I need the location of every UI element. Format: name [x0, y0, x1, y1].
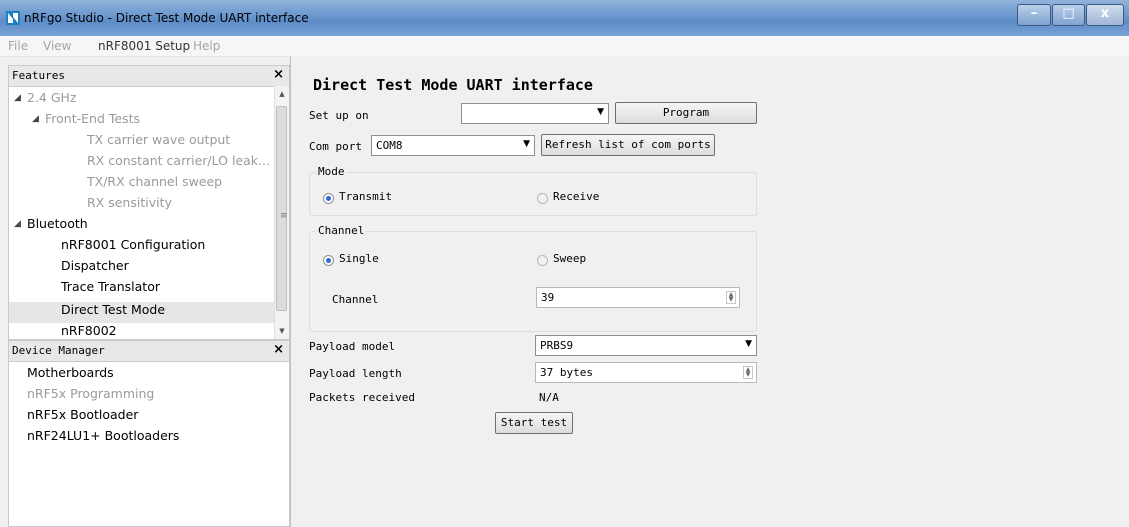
maximize-button[interactable]: □	[1052, 4, 1085, 26]
features-scrollbar[interactable]: ▲ ≡ ▼	[274, 86, 289, 339]
tree-item-2-4ghz[interactable]: 2.4 GHz	[27, 90, 77, 105]
payload-length-label: Payload length	[309, 367, 402, 380]
tree-item-channel-sweep[interactable]: TX/RX channel sweep	[87, 174, 222, 189]
nrfgo-app-icon	[6, 11, 20, 25]
com-port-dropdown[interactable]: COM8 ▼	[371, 135, 535, 156]
main-content: Direct Test Mode UART interface Set up o…	[290, 56, 1129, 527]
channel-stepper[interactable]: 39 ▲ ▼	[536, 287, 740, 308]
tree-item-front-end-tests[interactable]: Front-End Tests	[45, 111, 140, 126]
sweep-label[interactable]: Sweep	[553, 252, 586, 265]
device-manager-panel: Device Manager × Motherboards nRF5x Prog…	[8, 340, 290, 527]
chevron-down-icon: ▼	[745, 339, 752, 349]
grip-icon: ≡	[280, 211, 288, 221]
tree-item-nrf8001-configuration[interactable]: nRF8001 Configuration	[61, 237, 205, 252]
tree-item-direct-test-mode[interactable]: Direct Test Mode	[61, 302, 165, 317]
payload-model-label: Payload model	[309, 340, 396, 353]
tree-item-motherboards[interactable]: Motherboards	[27, 365, 114, 380]
payload-model-value: PRBS9	[540, 339, 574, 352]
expand-arrow-icon[interactable]: ◢	[14, 219, 21, 229]
packets-received-label: Packets received	[309, 391, 415, 404]
features-panel: Features × ◢ 2.4 GHz ◢ Front-End Tests T…	[8, 65, 290, 340]
setup-dropdown[interactable]: ▼	[461, 103, 609, 124]
single-radio[interactable]	[323, 255, 334, 266]
close-icon[interactable]: ×	[273, 67, 284, 82]
menu-file[interactable]: File	[8, 39, 28, 53]
minimize-icon: –	[1030, 6, 1038, 21]
menu-nrf8001-setup[interactable]: nRF8001 Setup	[98, 39, 190, 53]
single-label[interactable]: Single	[339, 252, 379, 265]
com-port-label: Com port	[309, 140, 362, 153]
chevron-down-icon: ▼	[597, 107, 604, 117]
receive-radio[interactable]	[537, 193, 548, 204]
expand-arrow-icon[interactable]: ◢	[32, 114, 39, 124]
tree-item-nrf5x-bootloader[interactable]: nRF5x Bootloader	[27, 407, 138, 422]
payload-model-dropdown[interactable]: PRBS9 ▼	[535, 335, 757, 356]
tree-item-tx-carrier[interactable]: TX carrier wave output	[87, 132, 230, 147]
menu-bar: File View nRF8001 Setup Help	[0, 36, 1129, 57]
menu-help[interactable]: Help	[193, 39, 220, 53]
minimize-button[interactable]: –	[1017, 4, 1051, 26]
features-panel-title: Features	[12, 69, 65, 82]
tree-item-nrf8002[interactable]: nRF8002	[61, 323, 117, 338]
page-title: Direct Test Mode UART interface	[313, 76, 593, 94]
device-manager-panel-header: Device Manager ×	[9, 341, 289, 362]
channel-group: Channel Single Sweep Channel 39 ▲ ▼	[309, 224, 757, 332]
close-window-button[interactable]: x	[1086, 4, 1124, 26]
tree-item-rx-sensitivity[interactable]: RX sensitivity	[87, 195, 172, 210]
tree-item-bluetooth[interactable]: Bluetooth	[27, 216, 88, 231]
start-test-button[interactable]: Start test	[495, 412, 573, 434]
chevron-down-icon: ▼	[523, 139, 530, 149]
channel-value: 39	[541, 291, 555, 304]
title-bar: nRFgo Studio - Direct Test Mode UART int…	[0, 0, 1129, 36]
transmit-label[interactable]: Transmit	[339, 190, 392, 203]
device-manager-panel-title: Device Manager	[12, 344, 105, 357]
channel-group-title: Channel	[316, 224, 367, 237]
tree-item-nrf24lu1-bootloaders[interactable]: nRF24LU1+ Bootloaders	[27, 428, 179, 443]
features-panel-header: Features ×	[9, 66, 289, 87]
setup-label: Set up on	[309, 109, 369, 122]
com-port-value: COM8	[376, 139, 403, 152]
tree-item-nrf5x-programming[interactable]: nRF5x Programming	[27, 386, 154, 401]
transmit-radio[interactable]	[323, 193, 334, 204]
payload-length-value: 37 bytes	[540, 366, 593, 379]
mode-group: Mode Transmit Receive	[309, 165, 757, 216]
scroll-down-icon[interactable]: ▼	[275, 327, 289, 335]
scroll-up-icon[interactable]: ▲	[275, 90, 289, 98]
payload-length-stepper[interactable]: 37 bytes ▲ ▼	[535, 362, 757, 383]
close-icon: x	[1100, 6, 1110, 21]
menu-view[interactable]: View	[43, 39, 71, 53]
refresh-com-ports-button[interactable]: Refresh list of com ports	[541, 134, 715, 156]
window-title: nRFgo Studio - Direct Test Mode UART int…	[24, 11, 309, 25]
spin-arrows-icon[interactable]: ▲ ▼	[743, 366, 753, 379]
tree-item-dispatcher[interactable]: Dispatcher	[61, 258, 129, 273]
close-icon[interactable]: ×	[273, 342, 284, 357]
packets-received-value: N/A	[539, 391, 559, 404]
channel-label: Channel	[332, 293, 379, 306]
receive-label[interactable]: Receive	[553, 190, 599, 203]
tree-item-trace-translator[interactable]: Trace Translator	[61, 279, 160, 294]
mode-group-title: Mode	[316, 165, 347, 178]
tree-item-rx-constant-carrier[interactable]: RX constant carrier/LO leak...	[87, 153, 270, 168]
tree-item-clip: nRF8002	[61, 323, 131, 338]
scroll-thumb[interactable]: ≡	[276, 106, 288, 311]
sweep-radio[interactable]	[537, 255, 548, 266]
expand-arrow-icon[interactable]: ◢	[14, 93, 21, 103]
program-button[interactable]: Program	[615, 102, 757, 124]
maximize-icon: □	[1062, 6, 1075, 21]
spin-arrows-icon[interactable]: ▲ ▼	[726, 291, 736, 304]
